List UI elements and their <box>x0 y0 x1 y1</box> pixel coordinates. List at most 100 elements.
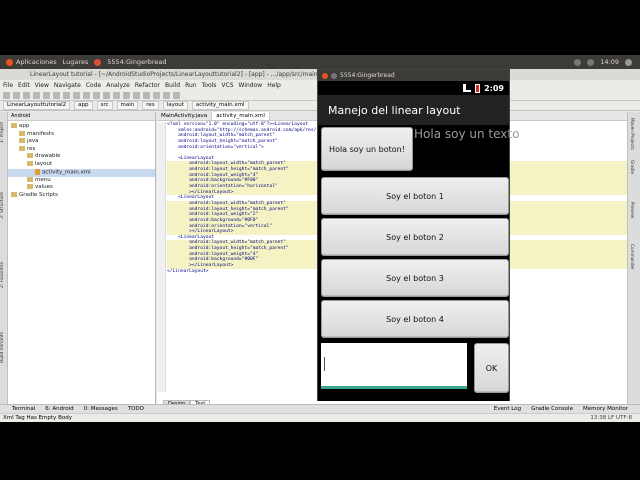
sync-icon[interactable] <box>23 91 30 99</box>
folder-icon <box>27 176 33 182</box>
bottom-tab[interactable]: Memory Monitor <box>583 406 628 412</box>
project-view-selector[interactable]: Android <box>8 112 155 121</box>
button-label: Soy el boton 1 <box>386 191 444 201</box>
sdk-icon[interactable] <box>153 91 160 99</box>
menu-item-navigate[interactable]: Navigate <box>54 82 81 89</box>
right-tab[interactable]: Commander <box>630 244 635 270</box>
bottom-tab[interactable]: 6: Android <box>45 406 73 412</box>
breadcrumb-item[interactable]: res <box>142 101 159 110</box>
bottom-tab[interactable]: Gradle Console <box>531 406 573 412</box>
menu-item-window[interactable]: Window <box>239 82 263 89</box>
tree-item[interactable]: activity_main.xml <box>8 168 155 177</box>
right-tab[interactable]: Preview <box>630 202 635 218</box>
breadcrumb-item[interactable]: app <box>74 101 93 110</box>
ubuntu-icon <box>6 58 13 66</box>
undo-icon[interactable] <box>33 91 40 99</box>
breadcrumb-item[interactable]: LinearLayouttutorial2 <box>3 101 71 110</box>
places-menu[interactable]: Lugares <box>63 58 89 66</box>
copy-icon[interactable] <box>63 91 70 99</box>
close-icon[interactable] <box>322 72 328 79</box>
folder-icon <box>11 123 17 128</box>
redo-icon[interactable] <box>43 91 50 99</box>
tree-item-label: values <box>35 184 53 191</box>
tree-item[interactable]: manifests <box>8 130 155 139</box>
tree-item-label: java <box>27 138 39 145</box>
menu-item-code[interactable]: Code <box>86 82 101 89</box>
tree-item[interactable]: res <box>8 145 155 154</box>
avd-icon[interactable] <box>163 91 170 99</box>
menu-item-edit[interactable]: Edit <box>18 82 30 89</box>
tree-item[interactable]: app <box>8 123 155 131</box>
menu-item-help[interactable]: Help <box>267 82 281 89</box>
help-icon[interactable] <box>173 91 180 99</box>
menu-item-tools[interactable]: Tools <box>202 82 217 89</box>
right-tab[interactable]: Gradle <box>630 160 635 174</box>
minimize-icon[interactable] <box>331 72 337 79</box>
panel-window-item[interactable]: 5554:Gingerbread <box>107 58 166 66</box>
replace-icon[interactable] <box>93 91 100 99</box>
tree-item-label: app <box>19 123 30 129</box>
menu-item-vcs[interactable]: VCS <box>221 82 233 89</box>
bottom-tab[interactable]: TODO <box>128 406 144 412</box>
breadcrumb-item[interactable]: src <box>96 101 113 110</box>
find-icon[interactable] <box>83 91 90 99</box>
left-tab[interactable]: 2: Structure <box>0 192 8 219</box>
apps-menu[interactable]: Aplicaciones <box>6 58 57 66</box>
menu-item-view[interactable]: View <box>35 82 49 89</box>
text-input[interactable] <box>321 343 467 389</box>
left-tab[interactable]: 2: Favorites <box>0 262 8 288</box>
breadcrumb-item[interactable]: activity_main.xml <box>191 101 249 110</box>
volume-icon[interactable] <box>587 58 595 66</box>
emulator-window: 5554:Gingerbread 2:09 Manejo del linear … <box>317 69 519 401</box>
save-icon[interactable] <box>13 91 20 99</box>
tree-item[interactable]: layout <box>8 160 155 169</box>
right-tab[interactable]: Maven Projects <box>630 118 635 150</box>
power-icon[interactable] <box>625 58 632 66</box>
tree-item[interactable]: menu <box>8 176 155 185</box>
boton-4-button[interactable]: Soy el boton 4 <box>321 300 509 338</box>
menu-item-refactor[interactable]: Refactor <box>135 82 160 89</box>
bottom-tab[interactable]: Event Log <box>494 406 521 412</box>
bottom-tab[interactable]: Terminal <box>12 406 35 412</box>
tree-item[interactable]: Gradle Scripts <box>8 191 155 200</box>
breadcrumb-item[interactable]: layout <box>162 101 188 110</box>
folder-icon <box>19 145 25 151</box>
button-label: Soy el boton 2 <box>386 232 444 242</box>
app-content: Hola soy un boton! Hola soy un texto Soy… <box>318 125 519 401</box>
left-tool-strip: 1: Project 2: Structure 2: Favorites Build … <box>0 112 8 408</box>
debug-icon[interactable] <box>143 91 150 99</box>
hola-text: Hola soy un texto <box>414 127 520 141</box>
make-icon[interactable] <box>123 91 130 99</box>
forward-icon[interactable] <box>113 91 120 99</box>
tree-item[interactable]: java <box>8 138 155 146</box>
network-icon <box>463 84 472 92</box>
editor-tab[interactable]: MainActivity.java <box>157 112 213 120</box>
run-icon[interactable] <box>133 91 140 99</box>
tree-item[interactable]: drawable <box>8 153 155 161</box>
boton-1-button[interactable]: Soy el boton 1 <box>321 177 509 215</box>
open-icon[interactable] <box>3 91 10 99</box>
bottom-tool-bar: Terminal 6: Android 0: Messages TODO Event L… <box>0 404 640 413</box>
paste-icon[interactable] <box>73 91 80 99</box>
left-tab[interactable]: 1: Project <box>0 122 8 143</box>
chrome-launcher[interactable] <box>94 58 102 66</box>
back-icon[interactable] <box>103 91 110 99</box>
hola-button[interactable]: Hola soy un boton! <box>321 127 413 171</box>
clock[interactable]: 14:09 <box>600 58 619 66</box>
menu-item-build[interactable]: Build <box>165 82 180 89</box>
folder-icon <box>27 160 33 166</box>
bottom-tab[interactable]: 0: Messages <box>84 406 118 412</box>
boton-2-button[interactable]: Soy el boton 2 <box>321 218 509 256</box>
network-icon[interactable] <box>574 58 582 66</box>
cut-icon[interactable] <box>53 91 60 99</box>
tree-item[interactable]: values <box>8 184 155 192</box>
menu-item-run[interactable]: Run <box>185 82 197 89</box>
menu-item-file[interactable]: File <box>3 82 13 89</box>
status-message: Xml Tag Has Empty Body <box>3 415 72 421</box>
left-tab[interactable]: Build Variants <box>0 332 8 363</box>
breadcrumb-item[interactable]: main <box>116 101 139 110</box>
ok-button[interactable]: OK <box>474 343 509 393</box>
editor-tab[interactable]: activity_main.xml <box>212 112 270 120</box>
boton-3-button[interactable]: Soy el boton 3 <box>321 259 509 297</box>
menu-item-analyze[interactable]: Analyze <box>106 82 130 89</box>
